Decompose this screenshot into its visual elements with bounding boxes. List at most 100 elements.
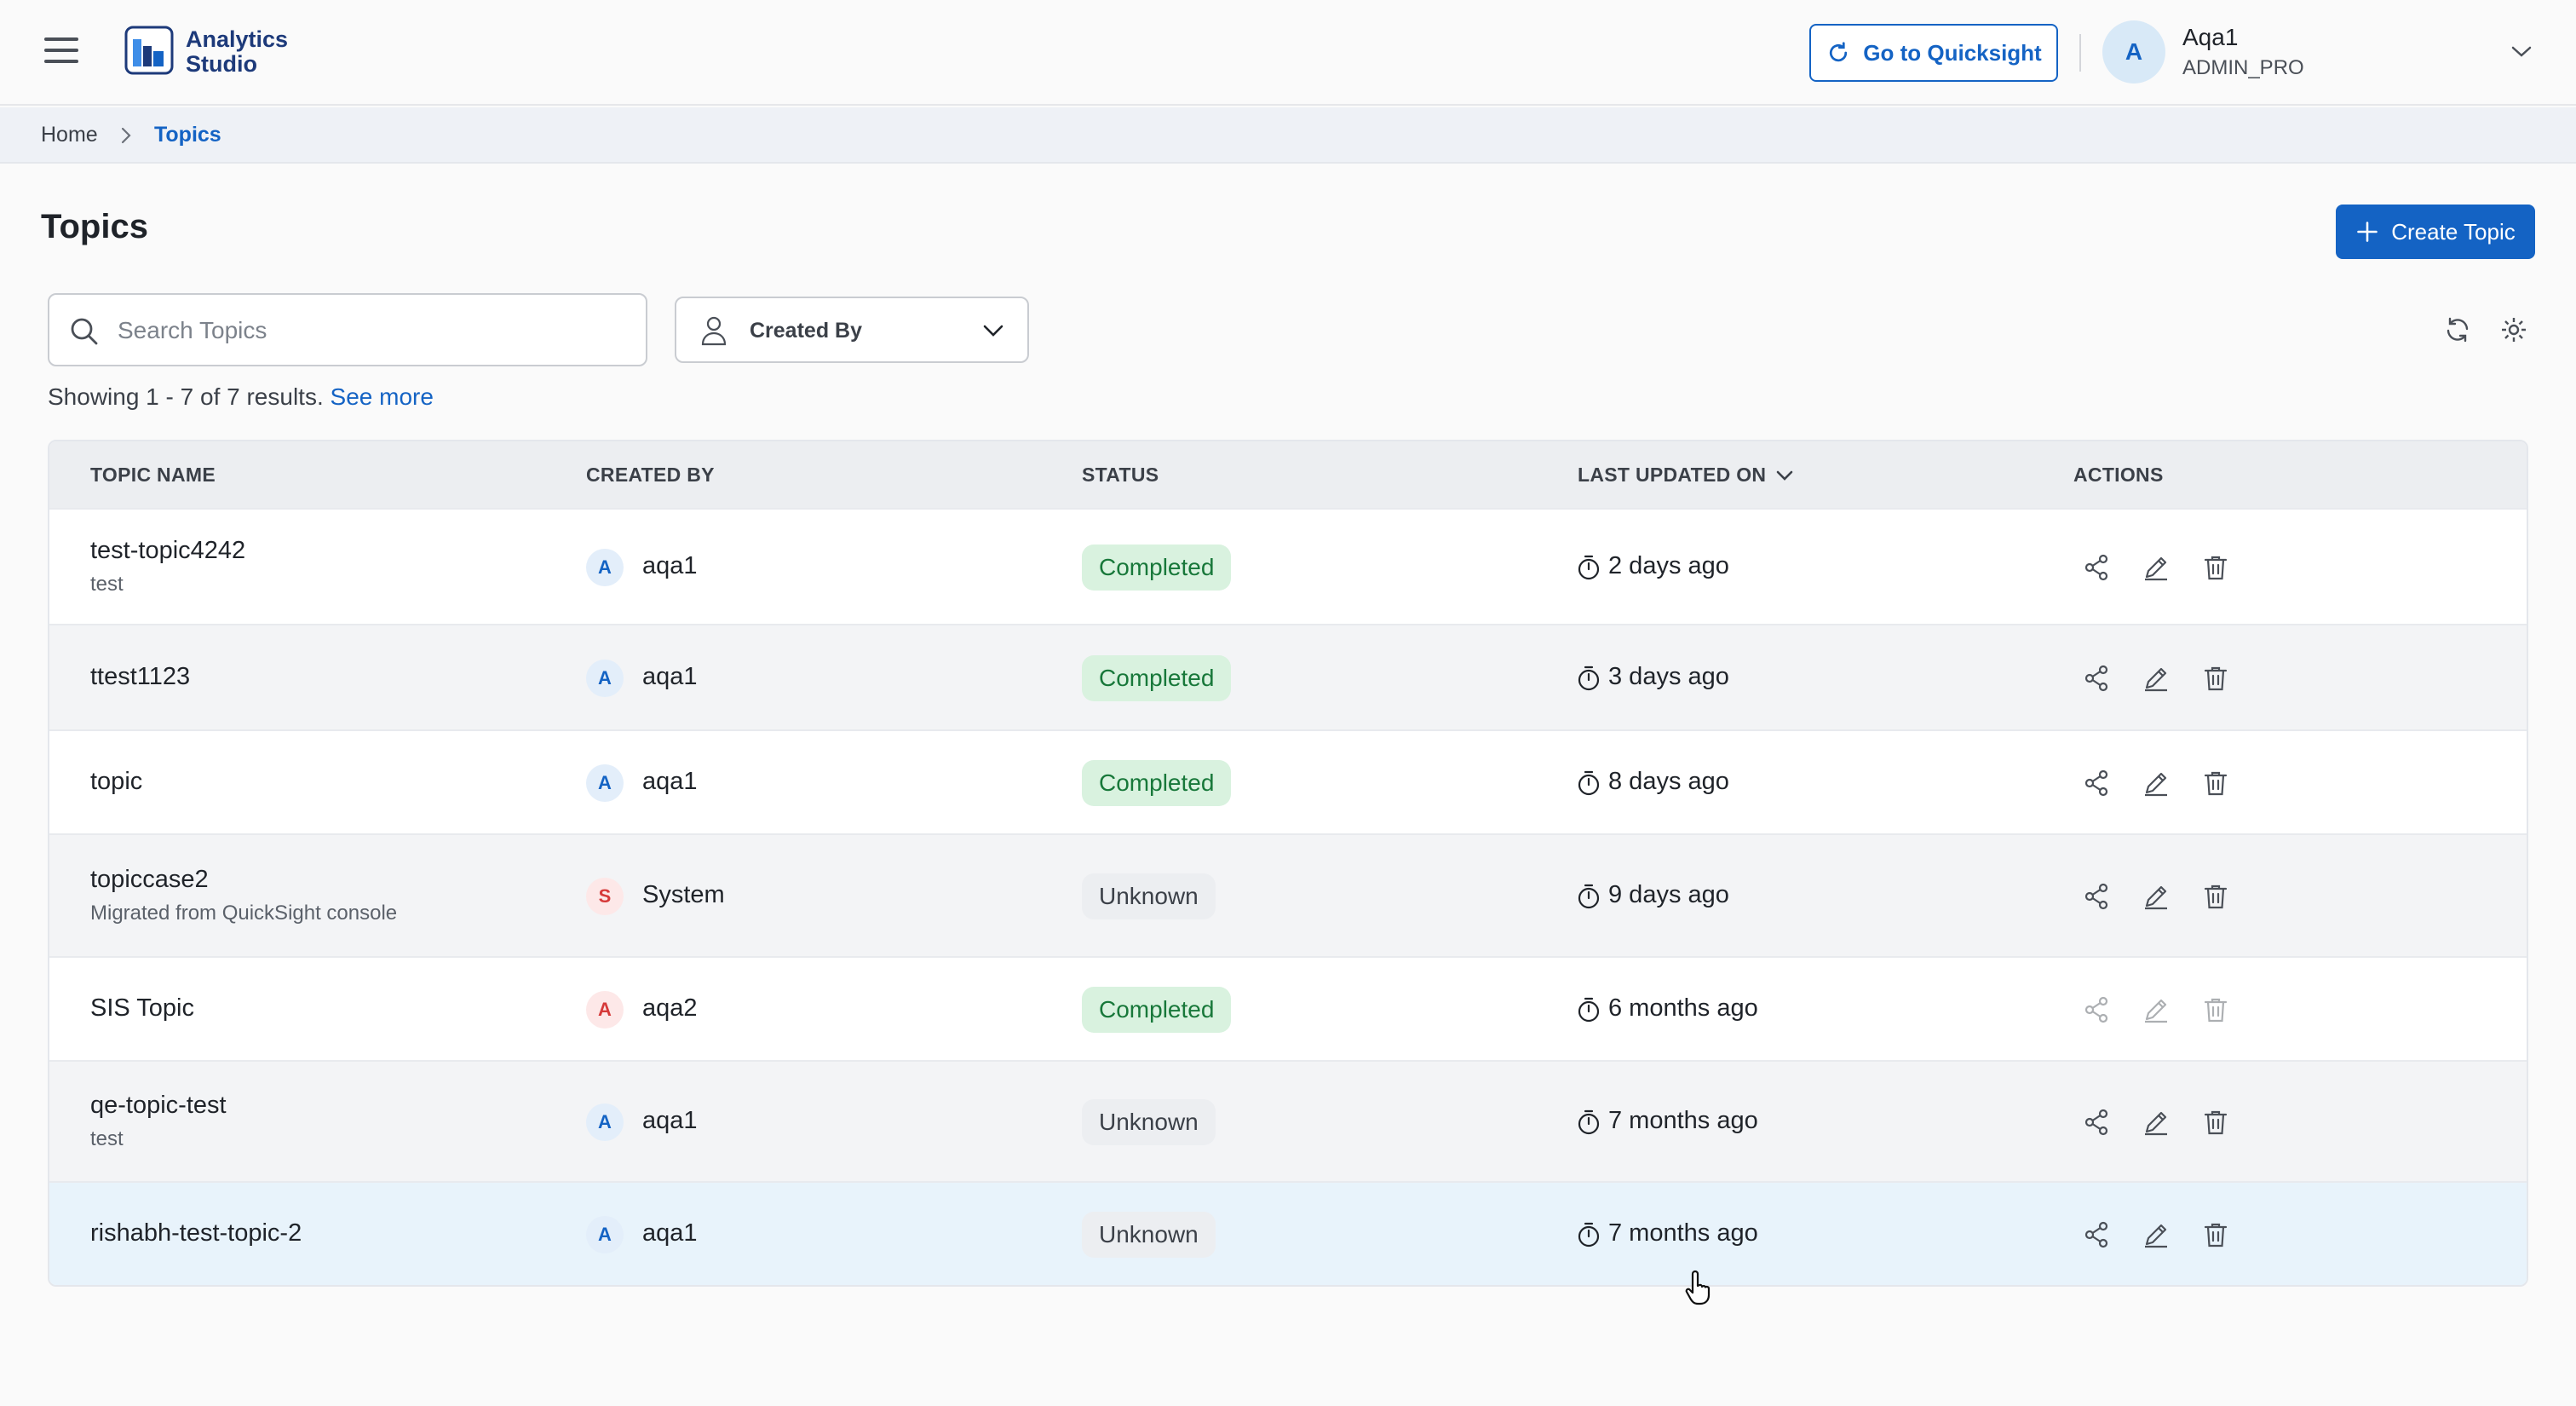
table-row[interactable]: ttest1123 A aqa1 Completed 3 days ago: [49, 624, 2527, 729]
results-count-text: Showing 1 - 7 of 7 results.: [48, 383, 324, 410]
table-header: TOPIC NAME CREATED BY STATUS LAST UPDATE…: [49, 441, 2527, 508]
topic-name[interactable]: qe-topic-test: [90, 1092, 227, 1120]
search-icon: [71, 318, 98, 345]
trash-icon[interactable]: [2201, 553, 2230, 582]
creator-name: aqa2: [642, 994, 698, 1022]
creator-avatar: A: [586, 1216, 624, 1253]
brand-name[interactable]: Analytics Studio: [186, 27, 288, 77]
topic-description: Migrated from QuickSight console: [90, 902, 398, 925]
last-updated: 7 months ago: [1608, 1219, 1758, 1247]
breadcrumb-home[interactable]: Home: [41, 123, 98, 147]
creator-avatar: A: [586, 764, 624, 802]
topic-name[interactable]: SIS Topic: [90, 994, 194, 1023]
creator-avatar: A: [586, 549, 624, 586]
topic-name[interactable]: rishabh-test-topic-2: [90, 1219, 302, 1248]
last-updated: 3 days ago: [1608, 663, 1729, 690]
topic-description: test: [90, 1127, 124, 1150]
column-header-last-updated-label: LAST UPDATED ON: [1578, 464, 1767, 486]
pencil-icon[interactable]: [2142, 1108, 2171, 1137]
topic-name[interactable]: topiccase2: [90, 866, 209, 894]
create-topic-label: Create Topic: [2391, 218, 2516, 245]
last-updated: 9 days ago: [1608, 881, 1729, 908]
pencil-icon[interactable]: [2142, 995, 2171, 1024]
topic-name[interactable]: test-topic4242: [90, 537, 245, 565]
hamburger-menu-icon[interactable]: [44, 37, 78, 65]
last-updated: 2 days ago: [1608, 552, 1729, 579]
timer-icon: [1578, 555, 1600, 580]
search-input[interactable]: [118, 310, 629, 351]
topic-name[interactable]: ttest1123: [90, 663, 190, 691]
status-badge: Completed: [1082, 760, 1232, 806]
trash-icon[interactable]: [2201, 882, 2230, 911]
person-icon: [701, 316, 727, 346]
page-title: Topics: [41, 208, 148, 245]
column-header-last-updated[interactable]: LAST UPDATED ON: [1578, 464, 1795, 487]
trash-icon[interactable]: [2201, 1108, 2230, 1137]
table-row[interactable]: rishabh-test-topic-2 A aqa1 Unknown 7 mo…: [49, 1181, 2527, 1285]
table-row[interactable]: test-topic4242 test A aqa1 Completed 2 d…: [49, 508, 2527, 624]
gear-icon[interactable]: [2499, 315, 2528, 344]
sort-chevron-down-icon: [1776, 470, 1793, 481]
share-icon[interactable]: [2082, 664, 2111, 693]
pencil-icon[interactable]: [2142, 1220, 2171, 1249]
status-badge: Completed: [1082, 655, 1232, 701]
pencil-icon[interactable]: [2142, 553, 2171, 582]
share-icon[interactable]: [2082, 553, 2111, 582]
creator-avatar: S: [586, 878, 624, 915]
header-divider: [2079, 34, 2081, 72]
creator-avatar: A: [586, 991, 624, 1029]
creator-name: aqa1: [642, 1107, 698, 1134]
created-by-dropdown[interactable]: Created By: [675, 297, 1029, 363]
topics-table: TOPIC NAME CREATED BY STATUS LAST UPDATE…: [48, 440, 2528, 1287]
trash-icon[interactable]: [2201, 995, 2230, 1024]
share-icon[interactable]: [2082, 769, 2111, 798]
table-row[interactable]: qe-topic-test test A aqa1 Unknown 7 mont…: [49, 1060, 2527, 1181]
column-header-status: STATUS: [1082, 464, 1159, 486]
go-to-quicksight-button[interactable]: Go to Quicksight: [1809, 24, 2058, 82]
creator-name: aqa1: [642, 1219, 698, 1247]
share-icon[interactable]: [2082, 995, 2111, 1024]
plus-icon: [2357, 222, 2378, 242]
creator-name: aqa1: [642, 663, 698, 690]
create-topic-button[interactable]: Create Topic: [2336, 205, 2535, 259]
chevron-down-icon[interactable]: [2508, 41, 2535, 61]
user-avatar[interactable]: A: [2102, 20, 2165, 84]
pencil-icon[interactable]: [2142, 769, 2171, 798]
timer-icon: [1578, 1222, 1600, 1248]
share-icon[interactable]: [2082, 882, 2111, 911]
go-to-quicksight-label: Go to Quicksight: [1863, 39, 2042, 66]
last-updated: 7 months ago: [1608, 1107, 1758, 1134]
chevron-right-icon: [121, 127, 131, 144]
timer-icon: [1578, 1109, 1600, 1135]
results-summary: Showing 1 - 7 of 7 results. See more: [48, 383, 434, 411]
topic-name[interactable]: topic: [90, 768, 142, 796]
last-updated: 6 months ago: [1608, 994, 1758, 1022]
chevron-down-icon: [983, 325, 1003, 337]
table-row[interactable]: topiccase2 Migrated from QuickSight cons…: [49, 833, 2527, 956]
share-icon[interactable]: [2082, 1108, 2111, 1137]
pencil-icon[interactable]: [2142, 882, 2171, 911]
brand-line-2: Studio: [186, 51, 257, 77]
user-name: Aqa1: [2182, 24, 2239, 50]
status-badge: Unknown: [1082, 873, 1216, 919]
refresh-icon[interactable]: [2443, 315, 2472, 344]
timer-icon: [1578, 666, 1600, 691]
status-badge: Completed: [1082, 545, 1232, 591]
table-row[interactable]: topic A aqa1 Completed 8 days ago: [49, 729, 2527, 833]
column-header-created-by: CREATED BY: [586, 464, 715, 486]
table-row[interactable]: SIS Topic A aqa2 Completed 6 months ago: [49, 956, 2527, 1060]
creator-avatar: A: [586, 660, 624, 697]
search-box: [48, 293, 647, 366]
trash-icon[interactable]: [2201, 1220, 2230, 1249]
created-by-label: Created By: [750, 319, 862, 343]
pencil-icon[interactable]: [2142, 664, 2171, 693]
see-more-link[interactable]: See more: [331, 383, 434, 410]
trash-icon[interactable]: [2201, 769, 2230, 798]
trash-icon[interactable]: [2201, 664, 2230, 693]
share-icon[interactable]: [2082, 1220, 2111, 1249]
user-role: ADMIN_PRO: [2182, 56, 2304, 79]
brand-line-1: Analytics: [186, 26, 289, 52]
creator-name: aqa1: [642, 768, 698, 795]
creator-avatar: A: [586, 1103, 624, 1141]
analytics-studio-logo-icon: [124, 26, 174, 75]
